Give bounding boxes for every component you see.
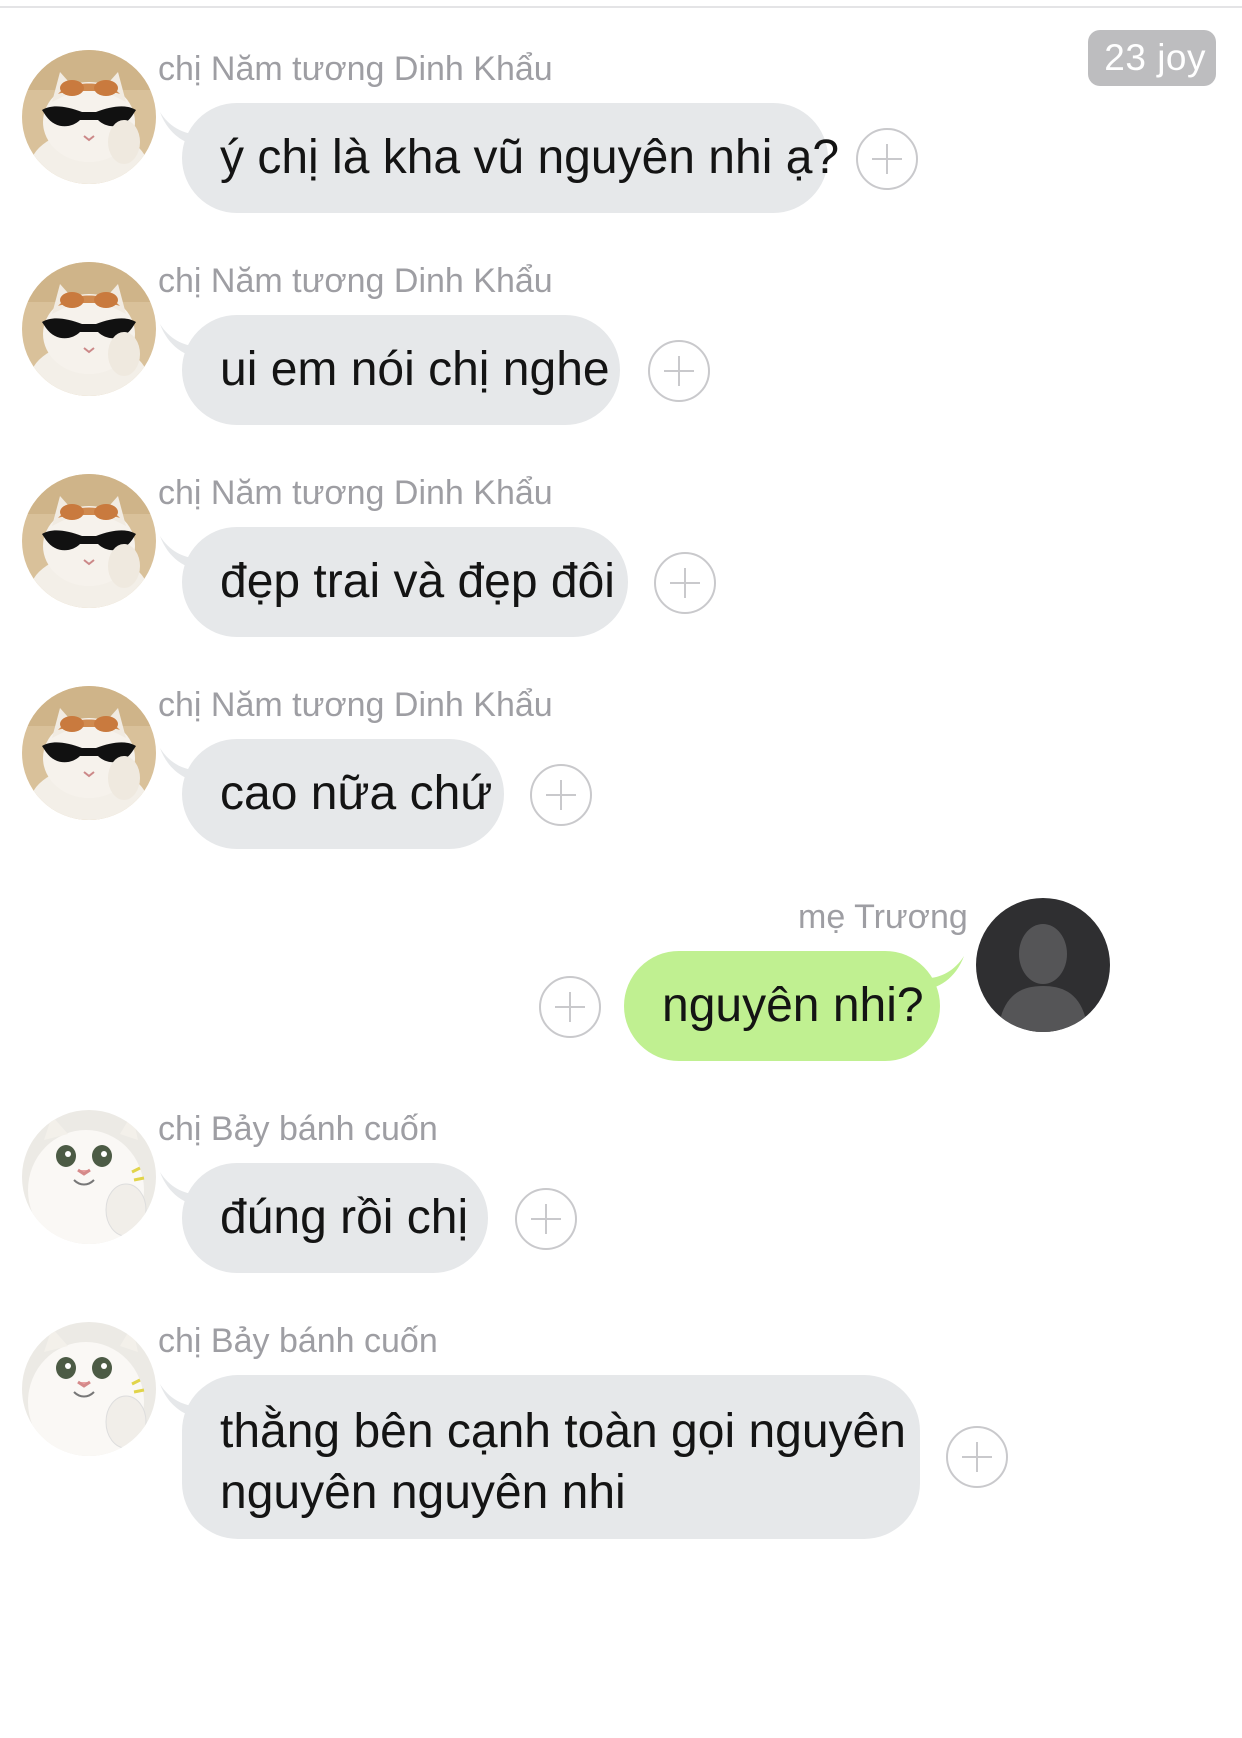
top-divider <box>0 0 1242 8</box>
message-bubble[interactable]: ui em nói chị nghe <box>182 315 620 425</box>
add-reaction-button[interactable] <box>946 1426 1008 1488</box>
message-row: chị Năm tương Dinh Khẩu cao nữa chứ <box>0 684 1242 854</box>
add-reaction-button[interactable] <box>648 340 710 402</box>
cat-sunglasses-avatar[interactable] <box>22 50 156 184</box>
message-bubble[interactable]: thằng bên cạnh toàn gọi nguyên nguyên ng… <box>182 1375 920 1539</box>
cat-cheering-avatar[interactable] <box>22 1322 156 1456</box>
sender-name: chị Bảy bánh cuốn <box>158 1322 438 1360</box>
sender-name: chị Năm tương Dinh Khẩu <box>158 50 553 88</box>
message-row: chị Bảy bánh cuốn đúng rồi chị <box>0 1108 1242 1278</box>
sender-name: chị Bảy bánh cuốn <box>158 1110 438 1148</box>
message-row: chị Năm tương Dinh Khẩu ý chị là kha vũ … <box>0 48 1242 218</box>
message-text-line: thằng bên cạnh toàn gọi nguyên <box>220 1405 906 1458</box>
add-reaction-button[interactable] <box>856 128 918 190</box>
message-row-outgoing: mẹ Trương nguyên nhi? <box>0 896 1242 1066</box>
message-bubble[interactable]: cao nữa chứ <box>182 739 504 849</box>
sender-name: chị Năm tương Dinh Khẩu <box>158 262 553 300</box>
message-bubble[interactable]: đúng rồi chị <box>182 1163 488 1273</box>
cat-sunglasses-avatar[interactable] <box>22 474 156 608</box>
add-reaction-button[interactable] <box>530 764 592 826</box>
message-row: chị Bảy bánh cuốn thằng bên cạnh toàn gọ… <box>0 1320 1242 1550</box>
add-reaction-button[interactable] <box>539 976 601 1038</box>
sender-name: chị Năm tương Dinh Khẩu <box>158 686 553 724</box>
sender-name: mẹ Trương <box>798 898 968 936</box>
message-bubble[interactable]: nguyên nhi? <box>624 951 940 1061</box>
message-bubble[interactable]: đẹp trai và đẹp đôi <box>182 527 628 637</box>
message-row: chị Năm tương Dinh Khẩu ui em nói chị ng… <box>0 260 1242 430</box>
message-row: chị Năm tương Dinh Khẩu đẹp trai và đẹp … <box>0 472 1242 642</box>
default-user-avatar[interactable] <box>976 898 1110 1032</box>
sender-name: chị Năm tương Dinh Khẩu <box>158 474 553 512</box>
message-text-line: nguyên nguyên nhi <box>220 1466 626 1519</box>
cat-sunglasses-avatar[interactable] <box>22 686 156 820</box>
cat-cheering-avatar[interactable] <box>22 1110 156 1244</box>
message-bubble[interactable]: ý chị là kha vũ nguyên nhi ạ? <box>182 103 839 213</box>
add-reaction-button[interactable] <box>654 552 716 614</box>
add-reaction-button[interactable] <box>515 1188 577 1250</box>
cat-sunglasses-avatar[interactable] <box>22 262 156 396</box>
